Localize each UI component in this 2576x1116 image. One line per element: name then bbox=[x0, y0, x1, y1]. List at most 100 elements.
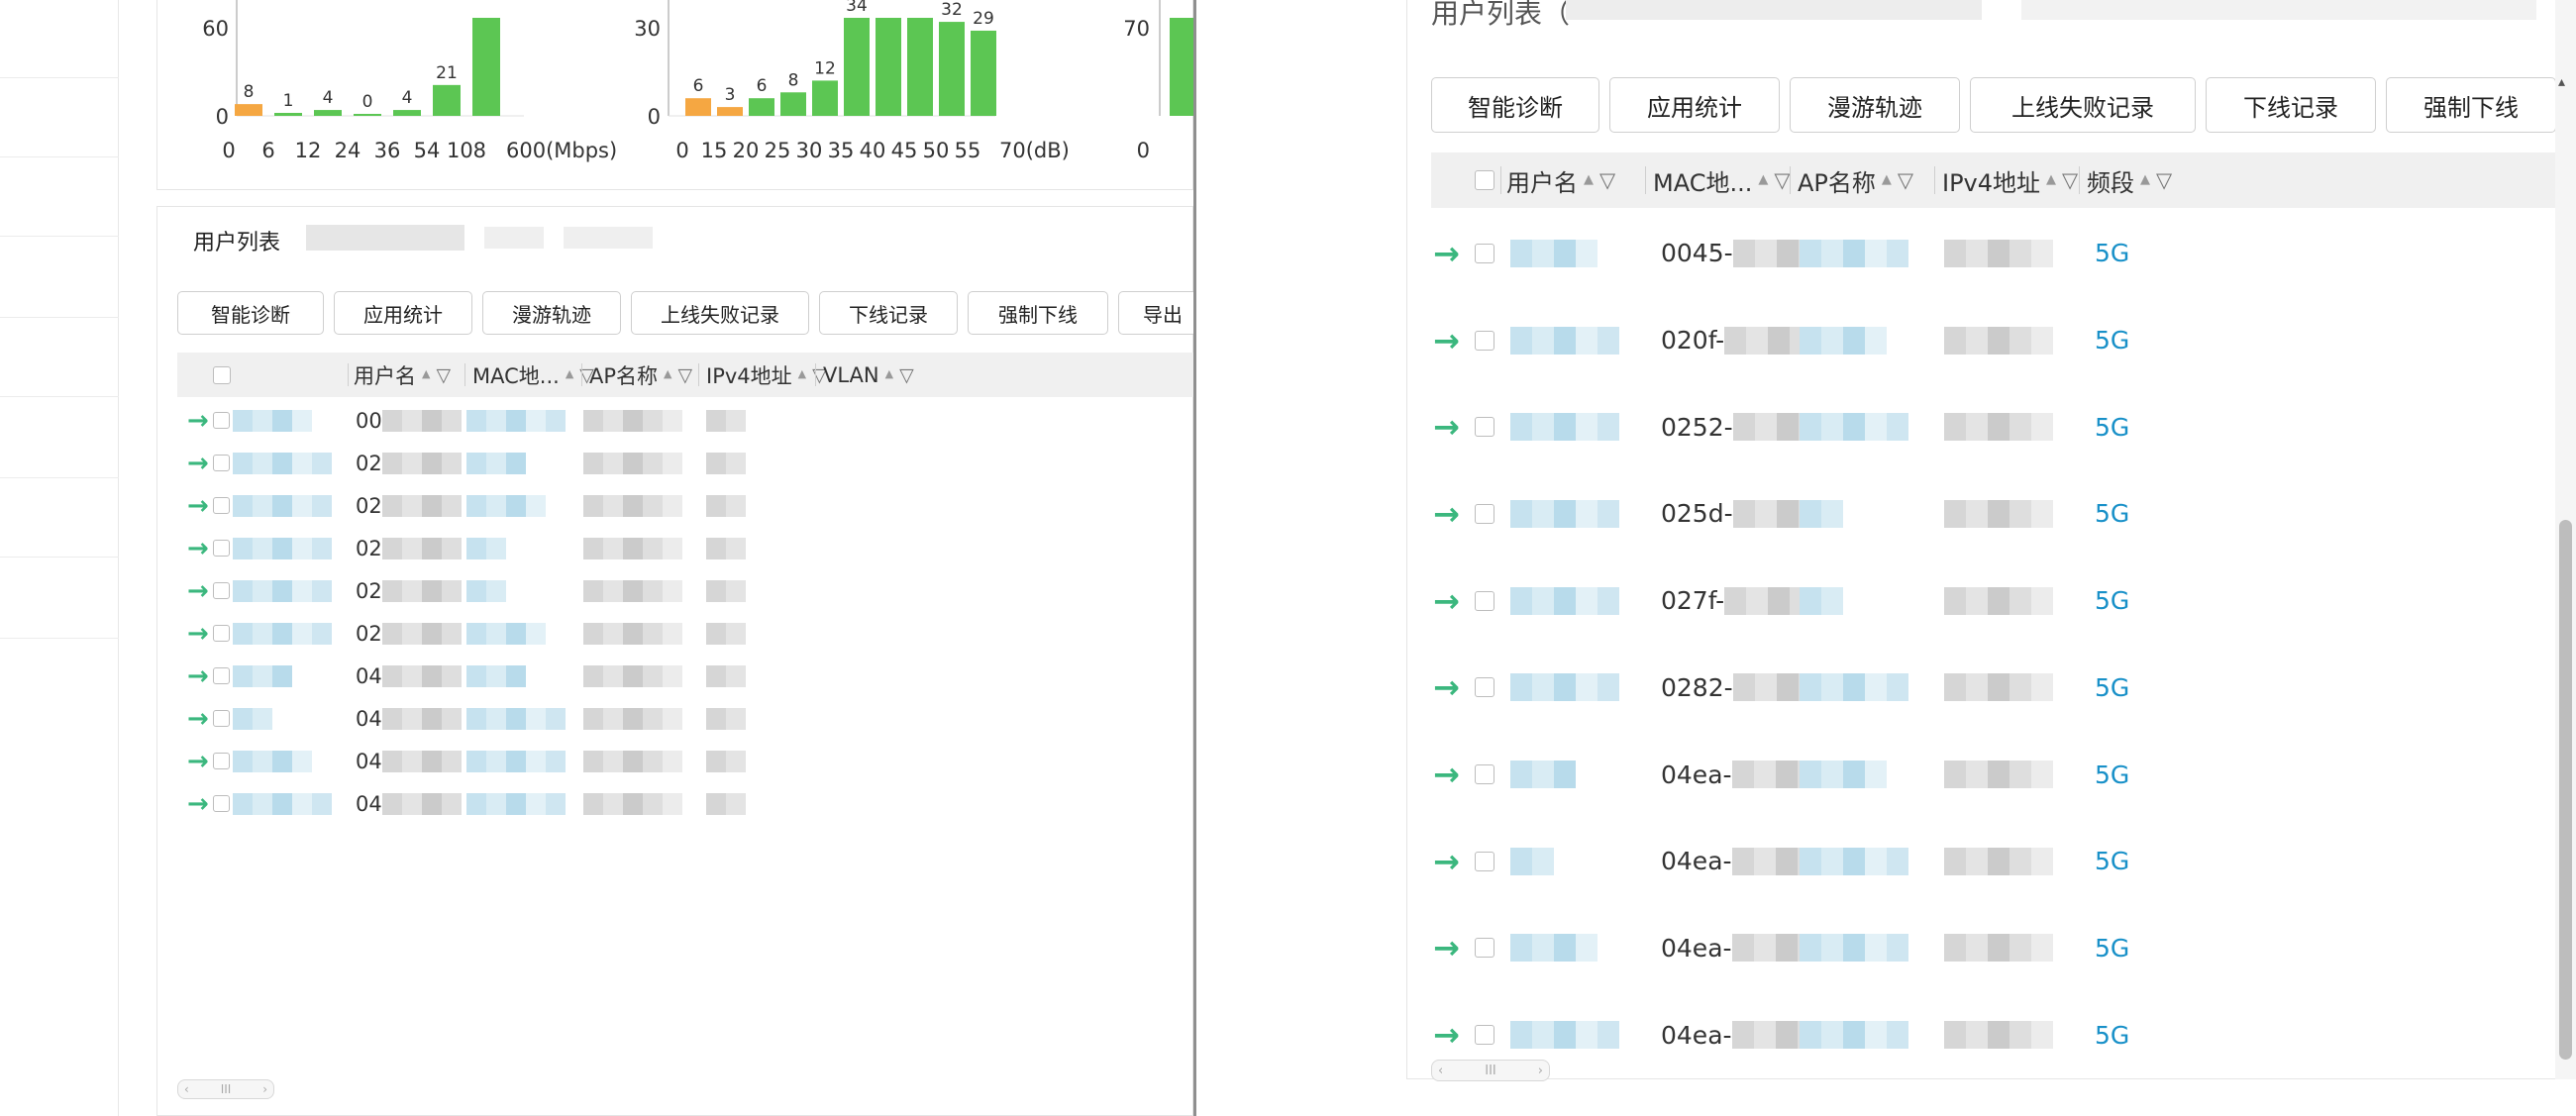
scroll-up-icon[interactable]: ▴ bbox=[2558, 74, 2565, 90]
sort-icon[interactable]: ▲ bbox=[566, 368, 573, 379]
table-row[interactable]: → 04 bbox=[177, 655, 1193, 697]
arrow-right-icon[interactable]: → bbox=[1433, 1016, 1460, 1054]
row-checkbox[interactable] bbox=[213, 795, 230, 812]
table-row[interactable]: → 027f- 5G bbox=[1431, 558, 2576, 645]
scroll-left-icon[interactable]: ‹ bbox=[1438, 1064, 1443, 1078]
table-row[interactable]: → 04ea- 5G bbox=[1431, 905, 2576, 992]
arrow-right-icon[interactable]: → bbox=[187, 747, 209, 776]
arrow-right-icon[interactable]: → bbox=[187, 449, 209, 478]
column-header[interactable]: 频段 ▲ ▽ bbox=[2079, 152, 2172, 208]
arrow-right-icon[interactable]: → bbox=[1433, 582, 1460, 620]
table-row[interactable]: → 02 bbox=[177, 442, 1193, 484]
arrow-right-icon[interactable]: → bbox=[1433, 408, 1460, 446]
select-all-checkbox[interactable] bbox=[1475, 170, 1494, 190]
arrow-right-icon[interactable]: → bbox=[1433, 322, 1460, 359]
sort-icon[interactable]: ▲ bbox=[798, 368, 806, 379]
arrow-right-icon[interactable]: → bbox=[187, 406, 209, 436]
arrow-right-icon[interactable]: → bbox=[1433, 235, 1460, 272]
button-2[interactable]: 应用统计 bbox=[1609, 77, 1780, 133]
scroll-thumb[interactable] bbox=[2559, 520, 2572, 1060]
arrow-right-icon[interactable]: → bbox=[1433, 756, 1460, 793]
table-row[interactable]: → 025d- 5G bbox=[1431, 470, 2576, 558]
table-row[interactable]: → 02 bbox=[177, 527, 1193, 569]
filter-icon[interactable]: ▽ bbox=[1898, 168, 1913, 192]
button-4[interactable]: 上线失败记录 bbox=[631, 291, 809, 335]
table-row[interactable]: → 0252- 5G bbox=[1431, 383, 2576, 470]
arrow-right-icon[interactable]: → bbox=[187, 491, 209, 521]
column-header[interactable]: IPv4地址 ▲ ▽ bbox=[1934, 152, 2079, 208]
scroll-right-icon[interactable]: › bbox=[262, 1082, 267, 1096]
table-row[interactable]: → 04 bbox=[177, 740, 1193, 782]
table-row[interactable]: → 04 bbox=[177, 782, 1193, 825]
column-header[interactable]: MAC地... ▲ ▽ bbox=[464, 353, 594, 397]
scroll-right-icon[interactable]: › bbox=[1538, 1064, 1543, 1078]
button-4[interactable]: 上线失败记录 bbox=[1970, 77, 2196, 133]
row-checkbox[interactable] bbox=[1475, 503, 1494, 524]
row-checkbox[interactable] bbox=[213, 625, 230, 642]
column-header[interactable]: AP名称 ▲ ▽ bbox=[581, 353, 698, 397]
sort-icon[interactable]: ▲ bbox=[885, 368, 893, 379]
button-1[interactable]: 智能诊断 bbox=[1431, 77, 1599, 133]
arrow-right-icon[interactable]: → bbox=[1433, 495, 1460, 533]
table-row[interactable]: → 04 bbox=[177, 697, 1193, 740]
row-checkbox[interactable] bbox=[1475, 330, 1494, 351]
row-checkbox[interactable] bbox=[1475, 243, 1494, 263]
filter-icon[interactable]: ▽ bbox=[436, 364, 451, 386]
button-7[interactable]: 导出 bbox=[1118, 291, 1193, 335]
button-5[interactable]: 下线记录 bbox=[2206, 77, 2376, 133]
sort-icon[interactable]: ▲ bbox=[422, 368, 430, 379]
sort-icon[interactable]: ▲ bbox=[1758, 173, 1768, 186]
row-checkbox[interactable] bbox=[213, 710, 230, 727]
arrow-right-icon[interactable]: → bbox=[187, 661, 209, 691]
filter-icon[interactable]: ▽ bbox=[2156, 168, 2172, 192]
column-header[interactable]: IPv4地址 ▲ ▽ bbox=[698, 353, 827, 397]
filter-icon[interactable]: ▽ bbox=[2062, 168, 2078, 192]
row-checkbox[interactable] bbox=[213, 455, 230, 471]
filter-icon[interactable]: ▽ bbox=[678, 364, 693, 386]
table-row[interactable]: → 04ea- 5G bbox=[1431, 991, 2576, 1078]
sort-icon[interactable]: ▲ bbox=[2140, 173, 2150, 186]
row-checkbox[interactable] bbox=[1475, 851, 1494, 871]
column-header[interactable]: AP名称 ▲ ▽ bbox=[1790, 152, 1934, 208]
filter-icon[interactable]: ▽ bbox=[1774, 168, 1790, 192]
horizontal-scrollbar-right[interactable]: ‹ III › bbox=[1431, 1060, 1550, 1081]
row-checkbox[interactable] bbox=[1475, 677, 1494, 698]
filter-icon[interactable]: ▽ bbox=[1599, 168, 1615, 192]
table-row[interactable]: → 02 bbox=[177, 569, 1193, 612]
table-row[interactable]: → 04ea- 5G bbox=[1431, 731, 2576, 818]
arrow-right-icon[interactable]: → bbox=[187, 704, 209, 734]
sort-icon[interactable]: ▲ bbox=[2046, 173, 2056, 186]
column-header[interactable]: 用户名 ▲ ▽ bbox=[1500, 152, 1645, 208]
sort-icon[interactable]: ▲ bbox=[1882, 173, 1892, 186]
table-row[interactable]: → 02 bbox=[177, 612, 1193, 655]
sort-icon[interactable]: ▲ bbox=[1584, 173, 1594, 186]
button-1[interactable]: 智能诊断 bbox=[177, 291, 324, 335]
row-checkbox[interactable] bbox=[213, 412, 230, 429]
row-checkbox[interactable] bbox=[213, 582, 230, 599]
button-3[interactable]: 漫游轨迹 bbox=[1790, 77, 1960, 133]
filter-icon[interactable]: ▽ bbox=[899, 364, 914, 386]
column-header[interactable]: 用户名 ▲ ▽ bbox=[348, 353, 464, 397]
row-checkbox[interactable] bbox=[213, 540, 230, 557]
table-row[interactable]: → 00 bbox=[177, 399, 1193, 442]
table-row[interactable]: → 04ea- 5G bbox=[1431, 818, 2576, 905]
table-row[interactable]: → 02 bbox=[177, 484, 1193, 527]
row-checkbox[interactable] bbox=[1475, 764, 1494, 785]
arrow-right-icon[interactable]: → bbox=[187, 534, 209, 563]
row-checkbox[interactable] bbox=[1475, 417, 1494, 438]
table-row[interactable]: → 020f- 5G bbox=[1431, 297, 2576, 384]
row-checkbox[interactable] bbox=[213, 667, 230, 684]
table-row[interactable]: → 0282- 5G bbox=[1431, 645, 2576, 732]
button-5[interactable]: 下线记录 bbox=[819, 291, 958, 335]
arrow-right-icon[interactable]: → bbox=[1433, 843, 1460, 880]
arrow-right-icon[interactable]: → bbox=[187, 619, 209, 649]
row-checkbox[interactable] bbox=[1475, 590, 1494, 611]
column-header[interactable]: VLAN ▲ ▽ bbox=[815, 353, 914, 397]
arrow-right-icon[interactable]: → bbox=[1433, 668, 1460, 706]
row-checkbox[interactable] bbox=[1475, 938, 1494, 959]
select-all-checkbox[interactable] bbox=[213, 365, 231, 384]
vertical-scrollbar-right[interactable]: ▴ bbox=[2555, 0, 2576, 1079]
sort-icon[interactable]: ▲ bbox=[664, 368, 671, 379]
table-row[interactable]: → 0045- 5G bbox=[1431, 210, 2576, 297]
horizontal-scrollbar-left[interactable]: ‹ III › bbox=[177, 1079, 274, 1099]
